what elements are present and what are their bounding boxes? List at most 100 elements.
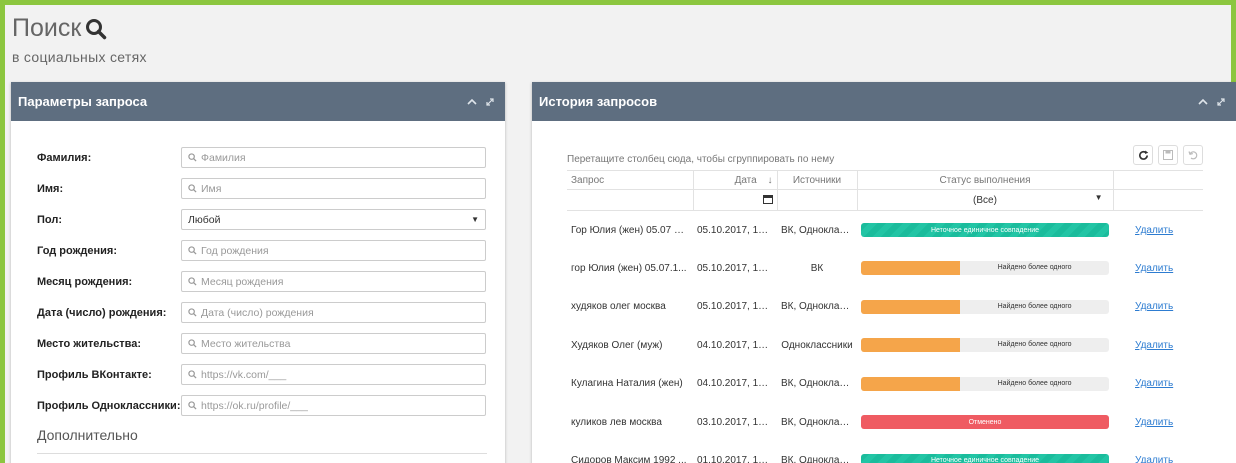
status-bar: Найдено более одного xyxy=(861,299,1109,314)
text-input[interactable]: https://ok.ru/profile/___ xyxy=(181,395,486,416)
cell-date: 05.10.2017, 13:... xyxy=(697,262,775,274)
delete-link[interactable]: Удалить xyxy=(1135,301,1173,312)
status-bar: Найдено более одного xyxy=(861,261,1109,276)
text-input[interactable]: Год рождения xyxy=(181,240,486,261)
delete-link[interactable]: Удалить xyxy=(1135,455,1173,463)
form-row: Имя: Имя xyxy=(37,173,487,204)
query-params-panel: Параметры запроса Фамилия: Фамилия Имя: Имя… xyxy=(11,82,505,463)
table-row[interactable]: худяков олег москва 05.10.2017, 10:... ВК,… xyxy=(567,288,1203,327)
status-text: Найдено более одного xyxy=(997,302,1072,310)
undo-button[interactable] xyxy=(1183,145,1203,165)
text-input[interactable]: Дата (число) рождения xyxy=(181,302,486,323)
refresh-button[interactable] xyxy=(1133,145,1153,165)
column-header-query[interactable]: Запрос xyxy=(567,170,694,190)
query-form: Фамилия: Фамилия Имя: Имя Пол: Любой ▼ Год рожд… xyxy=(37,142,487,463)
cell-actions: Удалить xyxy=(1113,211,1203,250)
search-icon xyxy=(188,370,197,379)
expand-icon[interactable] xyxy=(485,97,495,107)
save-icon xyxy=(1163,150,1173,160)
form-row: Год рождения: Год рождения xyxy=(37,235,487,266)
text-input[interactable]: Месяц рождения xyxy=(181,271,486,292)
status-text: Неточное единичное совпадение xyxy=(930,226,1040,234)
delete-link[interactable]: Удалить xyxy=(1135,417,1173,428)
text-input[interactable]: Место жительства xyxy=(181,333,486,354)
status-text: Отменено xyxy=(968,418,1002,426)
cell-query: Сидоров Максим 1992 ... xyxy=(571,455,687,463)
cell-status: Найдено более одного xyxy=(857,288,1113,327)
calendar-icon[interactable] xyxy=(762,194,773,204)
cell-query: гор Юлия (жен) 05.07.1... xyxy=(571,262,687,274)
search-icon xyxy=(188,339,197,348)
search-icon xyxy=(188,246,197,255)
text-input[interactable]: Фамилия xyxy=(181,147,486,168)
panel-title: История запросов xyxy=(539,94,658,109)
chevron-down-icon: ▼ xyxy=(471,215,479,224)
undo-icon xyxy=(1188,151,1198,160)
field-label: Профиль Одноклассники: xyxy=(37,399,181,412)
input-placeholder: Место жительства xyxy=(201,337,291,350)
column-header-date[interactable]: Дата ↓ xyxy=(693,170,778,190)
save-button[interactable] xyxy=(1158,145,1178,165)
table-row[interactable]: Худяков Олег (муж) 04.10.2017, 15:... Одно… xyxy=(567,326,1203,365)
status-bar: Неточное единичное совпадение xyxy=(861,223,1109,237)
panel-header: Параметры запроса xyxy=(11,82,505,121)
filter-row: (Все) ▼ xyxy=(567,189,1203,211)
history-table: Запрос Дата ↓ Источники Статус выполнени… xyxy=(567,170,1203,463)
cell-query: Худяков Олег (муж) xyxy=(571,339,663,351)
delete-link[interactable]: Удалить xyxy=(1135,225,1173,236)
history-grid: Перетащите столбец сюда, чтобы сгруппиро… xyxy=(567,142,1203,463)
status-text: Найдено более одного xyxy=(997,379,1072,387)
status-filter-value: (Все) xyxy=(973,194,997,206)
field-label: Дата (число) рождения: xyxy=(37,306,167,319)
cell-sources: ВК, Однокласс... xyxy=(781,416,857,428)
header-row: Запрос Дата ↓ Источники Статус выполнени… xyxy=(567,170,1203,190)
cell-date: 04.10.2017, 15:... xyxy=(697,339,775,351)
section-title-extra: Дополнительно xyxy=(37,427,487,454)
column-header-status[interactable]: Статус выполнения xyxy=(857,170,1114,190)
cell-date: 04.10.2017, 14:... xyxy=(697,378,775,390)
collapse-icon[interactable] xyxy=(1198,98,1208,106)
gender-select[interactable]: Любой ▼ xyxy=(181,209,486,230)
page-subtitle: в социальных сетях xyxy=(12,49,147,65)
input-placeholder: Имя xyxy=(201,182,222,195)
status-bar: Найдено более одного xyxy=(861,376,1109,391)
collapse-icon[interactable] xyxy=(467,98,477,106)
cell-status: Неточное единичное совпадение xyxy=(857,442,1113,463)
delete-link[interactable]: Удалить xyxy=(1135,378,1173,389)
chevron-down-icon: ▼ xyxy=(1094,193,1103,202)
delete-link[interactable]: Удалить xyxy=(1135,340,1173,351)
cell-query: Гор Юлия (жен) 05.07 м... xyxy=(571,224,690,236)
status-text: Неточное единичное совпадение xyxy=(930,457,1040,463)
cell-actions: Удалить xyxy=(1113,326,1203,365)
cell-date: 05.10.2017, 14:... xyxy=(697,224,775,236)
input-placeholder: Месяц рождения xyxy=(201,275,284,288)
input-placeholder: Фамилия xyxy=(201,151,246,164)
form-row: Месяц рождения: Месяц рождения xyxy=(37,266,487,297)
filter-query[interactable] xyxy=(567,189,694,211)
filter-date[interactable] xyxy=(693,189,778,211)
panel-header: История запросов xyxy=(532,82,1236,121)
field-label: Месяц рождения: xyxy=(37,275,133,288)
filter-sources[interactable] xyxy=(777,189,858,211)
column-header-sources[interactable]: Источники xyxy=(777,170,858,190)
text-input[interactable]: Имя xyxy=(181,178,486,199)
table-row[interactable]: Кулагина Наталия (жен) 04.10.2017, 14:...… xyxy=(567,365,1203,404)
form-row: Фамилия: Фамилия xyxy=(37,142,487,173)
table-row[interactable]: Гор Юлия (жен) 05.07 м... 05.10.2017, 14:… xyxy=(567,211,1203,250)
cell-actions: Удалить xyxy=(1113,442,1203,463)
group-panel-hint[interactable]: Перетащите столбец сюда, чтобы сгруппиро… xyxy=(567,146,834,165)
expand-icon[interactable] xyxy=(1216,97,1226,107)
text-input[interactable]: https://vk.com/___ xyxy=(181,364,486,385)
cell-query: куликов лев москва xyxy=(571,416,662,428)
table-row[interactable]: гор Юлия (жен) 05.07.1... 05.10.2017, 13:… xyxy=(567,249,1203,288)
field-label: Профиль ВКонтакте: xyxy=(37,368,152,381)
input-placeholder: https://vk.com/___ xyxy=(201,368,287,381)
cell-status: Найдено более одного xyxy=(857,326,1113,365)
search-icon xyxy=(188,277,197,286)
table-row[interactable]: Сидоров Максим 1992 ... 01.10.2017, 16:..… xyxy=(567,442,1203,463)
delete-link[interactable]: Удалить xyxy=(1135,263,1173,274)
status-bar: Отменено xyxy=(861,415,1109,430)
filter-status[interactable]: (Все) ▼ xyxy=(857,189,1114,211)
table-row[interactable]: куликов лев москва 03.10.2017, 10:... ВК, … xyxy=(567,403,1203,442)
history-panel: История запросов Перетащите столбец сюда… xyxy=(532,82,1236,463)
